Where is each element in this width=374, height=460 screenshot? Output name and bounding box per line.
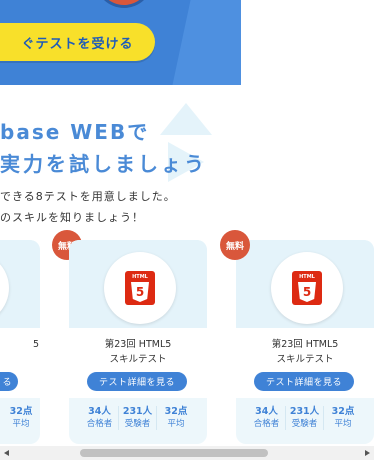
scroll-right-arrow-icon[interactable] <box>365 450 370 456</box>
html5-icon: HTML 5 <box>292 271 322 305</box>
scroll-left-arrow-icon[interactable] <box>4 450 9 456</box>
free-badge: 無料 <box>220 230 250 260</box>
card-title: 第23回 HTML5 スキルテスト <box>271 339 339 365</box>
stat-passed: 34人 合格者 <box>248 406 286 430</box>
card-title: 第23回 HTML5 スキルテスト <box>104 339 172 365</box>
headline-line1: base WEBで <box>0 120 150 144</box>
stat-average: 32点 平均 <box>164 406 188 429</box>
decor-triangle <box>160 103 212 135</box>
html5-icon: HTML 5 <box>125 271 155 305</box>
hero-banner: ぐテストを受ける <box>0 0 241 85</box>
page: { "hero": {"cta_label": "ぐテストを受ける"}, "he… <box>0 0 374 460</box>
hero-decoration <box>169 0 241 85</box>
subtext-line1: できる8テストを用意しました。 <box>0 190 176 203</box>
test-detail-button[interactable]: テスト詳細を見る <box>254 372 354 391</box>
test-detail-button[interactable]: テスト詳細を見る <box>87 372 187 391</box>
card-logo-circle: HTML 5 <box>104 252 176 324</box>
stat-examinees: 231人 受験者 <box>119 406 157 430</box>
card-title: 5 <box>32 339 39 350</box>
stat-average: 32点 平均 <box>331 406 355 429</box>
take-test-button[interactable]: ぐテストを受ける <box>0 23 155 61</box>
scrollbar-thumb[interactable] <box>80 449 268 457</box>
stat-examinees: 231人 受験者 <box>286 406 324 430</box>
test-card: HTML 5 第23回 HTML5 スキルテスト テスト詳細を見る 34人 合格… <box>69 240 207 444</box>
test-card: HTML 5 第23回 HTML5 スキルテスト テスト詳細を見る 34人 合格… <box>236 240 374 444</box>
stat-passed: 34人 合格者 <box>81 406 119 430</box>
headline-line2: 実力を試しましょう <box>0 152 207 176</box>
stat-average: 32点 平均 <box>9 406 33 429</box>
card-logo-circle: HTML 5 <box>271 252 343 324</box>
test-card: 5 る 32点 平均 <box>0 240 40 444</box>
subtext-line2: のスキルを知りましょう！ <box>0 211 144 224</box>
horizontal-scrollbar[interactable] <box>0 446 374 460</box>
hero-decoration-shape <box>95 0 153 8</box>
